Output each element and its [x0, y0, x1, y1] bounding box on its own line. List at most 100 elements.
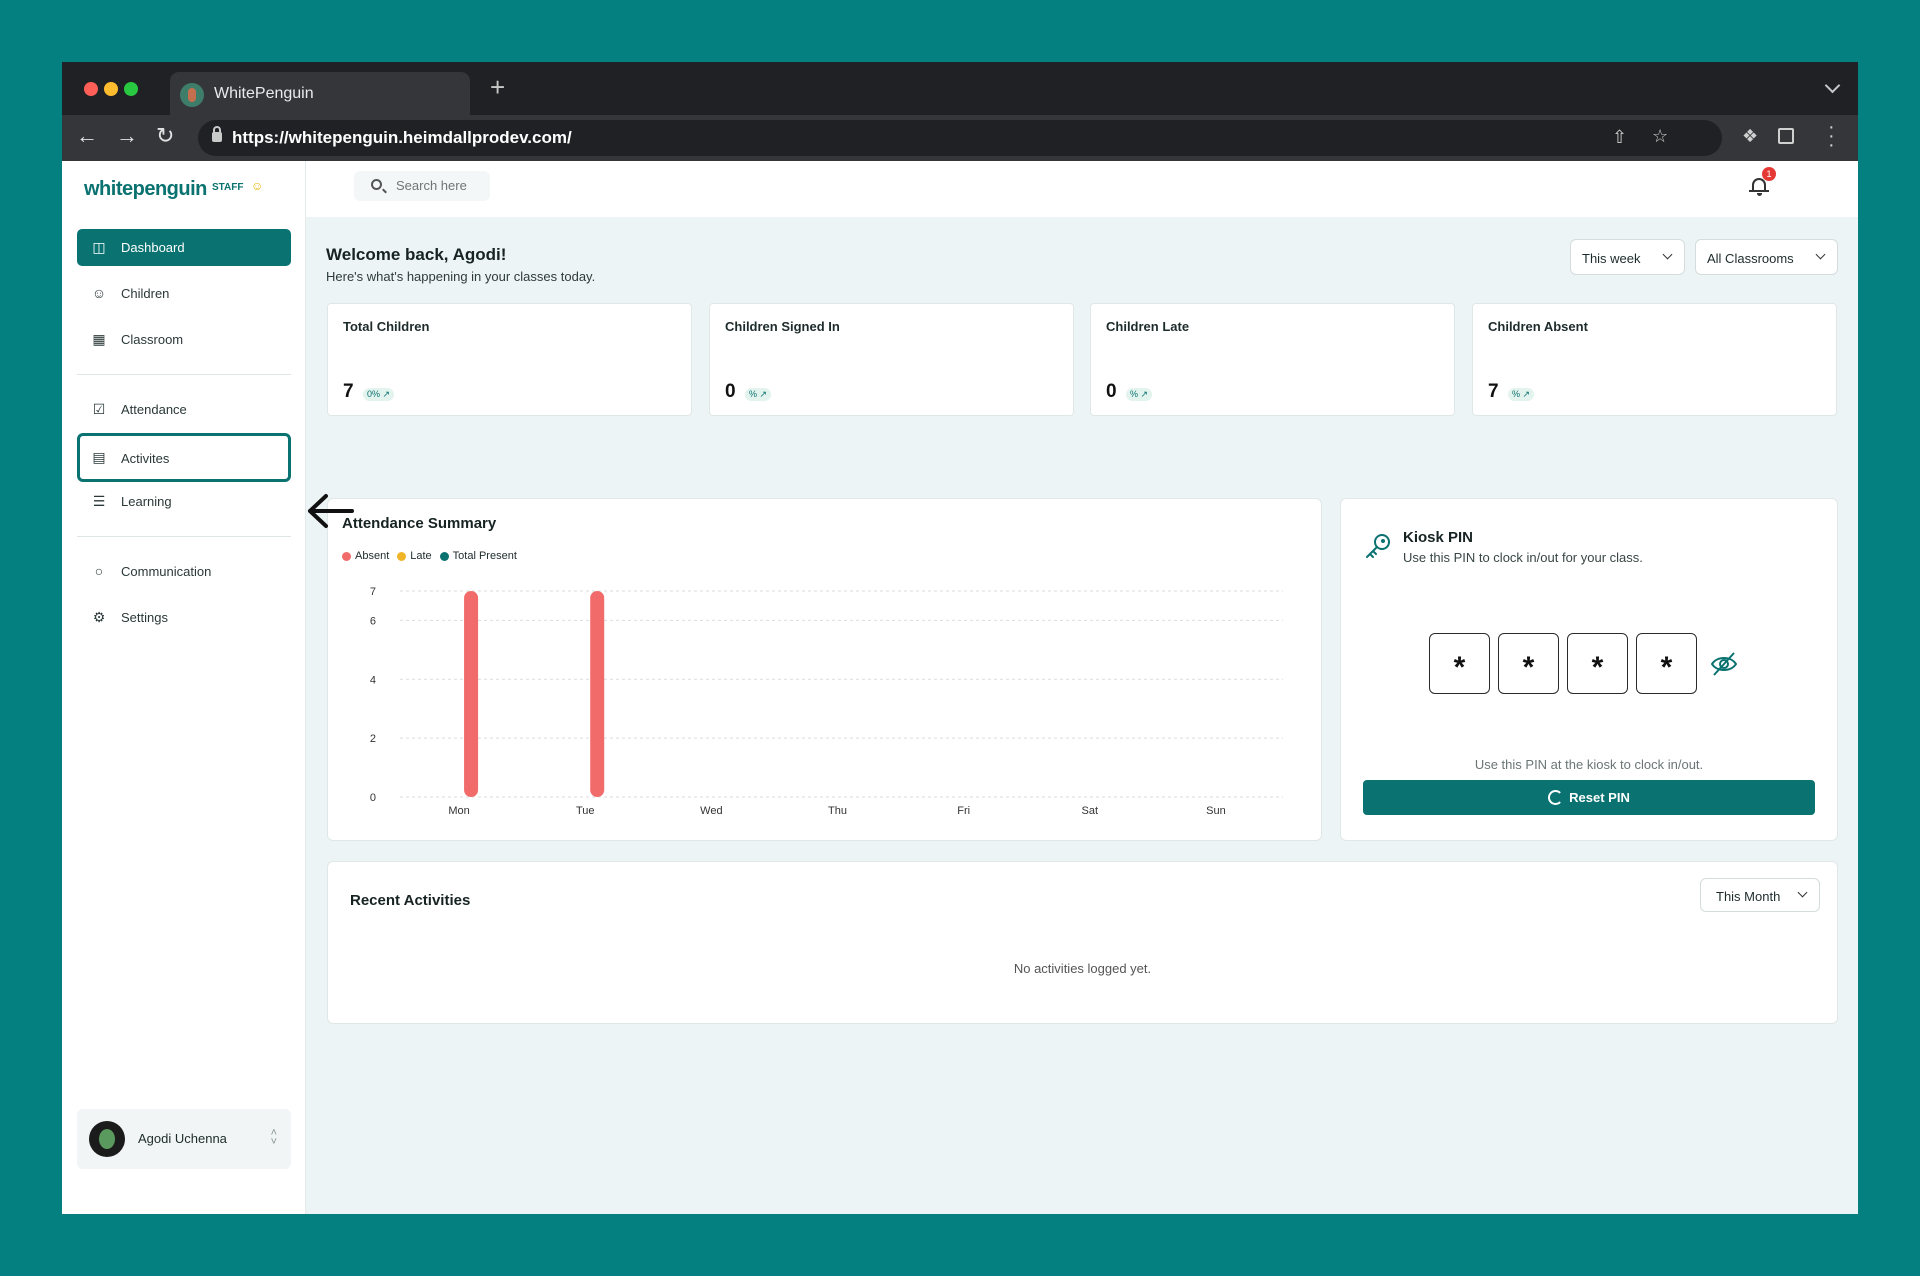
kiosk-pin-card: Kiosk PIN Use this PIN to clock in/out f… [1340, 498, 1838, 841]
clipboard-icon: ▤ [92, 449, 106, 465]
legend-label: Absent [355, 550, 390, 562]
x-tick-label: Tue [576, 805, 595, 817]
refresh-icon [1548, 790, 1564, 805]
avatar [89, 1121, 125, 1157]
user-menu[interactable]: Agodi Uchenna ˄ ˅ [77, 1109, 291, 1169]
stat-title: Children Absent [1488, 319, 1588, 334]
sidebar-item-attendance[interactable]: ☑ Attendance [77, 391, 291, 428]
legend-item-present[interactable]: Total Present [439, 550, 517, 562]
sidebar-item-label: Learning [121, 494, 172, 509]
gear-icon: ⚙ [92, 609, 106, 625]
stat-value: 0 [1106, 381, 1117, 402]
period-select[interactable]: This week [1570, 239, 1685, 275]
stat-value: 7 [343, 381, 354, 402]
forward-arrow-icon[interactable]: → [116, 123, 138, 149]
attendance-summary-card: Attendance Summary Absent Late Total Pre… [327, 498, 1322, 841]
eye-off-icon[interactable] [1709, 649, 1739, 679]
reload-icon[interactable]: ↻ [156, 123, 174, 149]
sidebar-item-settings[interactable]: ⚙ Settings [77, 599, 291, 636]
x-tick-label: Wed [700, 805, 722, 817]
address-bar[interactable]: https://whitepenguin.heimdallprodev.com/… [198, 120, 1722, 156]
stat-change-badge: % ↗ [1126, 388, 1153, 401]
sidebar-divider [77, 536, 291, 537]
stat-card-total-children: Total Children 7 0% ↗ [327, 303, 692, 416]
side-panel-icon[interactable] [1778, 128, 1794, 144]
pin-digit: * [1567, 633, 1628, 694]
sidebar-divider [77, 374, 291, 375]
extensions-icon[interactable]: ❖ [1742, 126, 1758, 147]
children-icon: ☺ [91, 285, 107, 301]
checkbox-icon: ☑ [92, 401, 106, 417]
sidebar-item-communication[interactable]: ○ Communication [77, 553, 291, 590]
stat-value: 0 [725, 381, 736, 402]
maximize-window-button[interactable] [124, 82, 138, 96]
stat-title: Total Children [343, 319, 430, 334]
chevron-down-icon [1662, 249, 1673, 260]
page-subtitle: Here's what's happening in your classes … [326, 269, 596, 284]
classroom-select[interactable]: All Classrooms [1695, 239, 1838, 275]
logo[interactable]: whitepenguin [84, 178, 207, 201]
reset-pin-label: Reset PIN [1569, 790, 1630, 805]
url-text: https://whitepenguin.heimdallprodev.com/ [232, 128, 572, 147]
close-window-button[interactable] [84, 82, 98, 96]
favicon-icon [180, 83, 204, 107]
chevron-down-icon [1797, 887, 1808, 898]
kiosk-title: Kiosk PIN [1403, 529, 1474, 546]
x-tick-label: Mon [448, 805, 469, 817]
pin-digit: * [1636, 633, 1697, 694]
legend-item-late[interactable]: Late [397, 550, 432, 562]
y-tick-label: 6 [370, 615, 376, 627]
attendance-chart: 0 2 4 6 7 Mon Tue Wed Thu Fri Sat Sun [370, 586, 1283, 817]
stat-value: 7 [1488, 381, 1499, 402]
new-tab-button[interactable]: + [490, 74, 505, 100]
recent-activities-title: Recent Activities [350, 892, 471, 909]
pin-digit: * [1429, 633, 1490, 694]
browser-toolbar: ← → ↻ https://whitepenguin.heimdallprode… [62, 115, 1858, 161]
stat-title: Children Signed In [725, 319, 840, 334]
reset-pin-button[interactable]: Reset PIN [1363, 780, 1815, 815]
y-tick-label: 7 [370, 586, 376, 598]
y-tick-label: 2 [370, 733, 376, 745]
share-icon[interactable]: ⇧ [1612, 127, 1627, 148]
legend-item-absent[interactable]: Absent [342, 550, 389, 562]
sidebar-item-label: Communication [121, 564, 212, 579]
sidebar-item-children[interactable]: ☺ Children [77, 275, 291, 312]
sidebar-item-label: Activites [121, 451, 170, 466]
stat-card-signed-in: Children Signed In 0 % ↗ [709, 303, 1074, 416]
stat-change-badge: % ↗ [1508, 388, 1535, 401]
stat-change-badge: 0% ↗ [363, 388, 395, 401]
legend-swatch [397, 551, 407, 561]
x-tick-label: Sat [1082, 805, 1099, 817]
legend-swatch [342, 551, 351, 561]
app: whitepenguin STAFF ☺ ◫ Dashboard ☺ Child… [62, 161, 1858, 1214]
sidebar-item-classroom[interactable]: ▦ Classroom [77, 321, 291, 358]
back-arrow-icon[interactable]: ← [76, 123, 98, 149]
sidebar-item-label: Attendance [121, 402, 187, 417]
browser-tab[interactable]: WhitePenguin [170, 72, 470, 115]
staff-person-icon: ☺ [251, 179, 264, 193]
sidebar-item-label: Classroom [121, 332, 184, 347]
x-tick-label: Fri [957, 805, 970, 817]
kiosk-subtitle: Use this PIN to clock in/out for your cl… [1403, 550, 1643, 565]
more-menu-icon[interactable]: · · · [1828, 117, 1835, 155]
chevron-down-icon[interactable] [1824, 77, 1841, 94]
chevron-up-down-icon: ˄ ˅ [270, 1127, 277, 1148]
star-icon[interactable]: ☆ [1652, 126, 1668, 147]
x-tick-label: Thu [828, 805, 847, 817]
kiosk-hint: Use this PIN at the kiosk to clock in/ou… [1474, 757, 1704, 772]
chevron-down-icon [1815, 249, 1826, 260]
minimize-window-button[interactable] [104, 82, 118, 96]
sidebar-item-activities[interactable]: ▤ Activites [77, 433, 291, 482]
book-icon: ☰ [92, 493, 106, 509]
legend-label: Total Present [452, 550, 517, 562]
stat-card-absent: Children Absent 7 % ↗ [1472, 303, 1837, 416]
chart-title: Attendance Summary [342, 515, 497, 532]
sidebar-item-dashboard[interactable]: ◫ Dashboard [77, 229, 291, 266]
chart-legend: Absent Late Total Present [342, 550, 517, 562]
period-select-value: This week [1582, 251, 1641, 266]
search-box[interactable] [354, 171, 490, 201]
recent-period-select[interactable]: This Month [1700, 878, 1820, 912]
x-tick-label: Sun [1206, 805, 1226, 817]
sidebar-item-learning[interactable]: ☰ Learning [77, 483, 291, 520]
search-input[interactable] [396, 178, 486, 193]
